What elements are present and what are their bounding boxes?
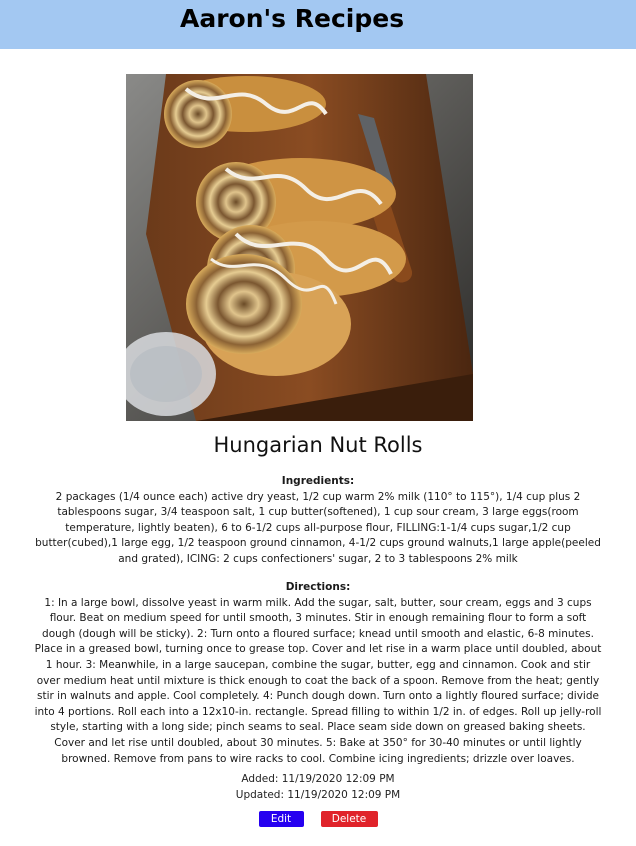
added-date: Added: 11/19/2020 12:09 PM xyxy=(241,773,395,785)
recipe-title: Hungarian Nut Rolls xyxy=(213,433,423,457)
ingredients-heading: Ingredients: xyxy=(281,475,355,487)
ingredients-text: 2 packages (1/4 ounce each) active dry y… xyxy=(35,490,601,565)
directions-section: Directions: 1: In a large bowl, dissolve… xyxy=(34,580,602,767)
recipe-actions: Edit Delete xyxy=(0,811,636,827)
directions-heading: Directions: xyxy=(285,581,351,593)
site-title[interactable]: Aaron's Recipes xyxy=(180,4,404,33)
edit-button[interactable]: Edit xyxy=(258,811,304,827)
recipe-timestamps: Added: 11/19/2020 12:09 PM Updated: 11/1… xyxy=(0,771,636,803)
directions-text: 1: In a large bowl, dissolve yeast in wa… xyxy=(34,596,602,765)
updated-date: Updated: 11/19/2020 12:09 PM xyxy=(235,789,401,801)
recipe-photo xyxy=(126,74,473,421)
delete-button[interactable]: Delete xyxy=(320,811,378,827)
ingredients-section: Ingredients: 2 packages (1/4 ounce each)… xyxy=(34,474,602,568)
site-header: Aaron's Recipes xyxy=(0,0,636,49)
